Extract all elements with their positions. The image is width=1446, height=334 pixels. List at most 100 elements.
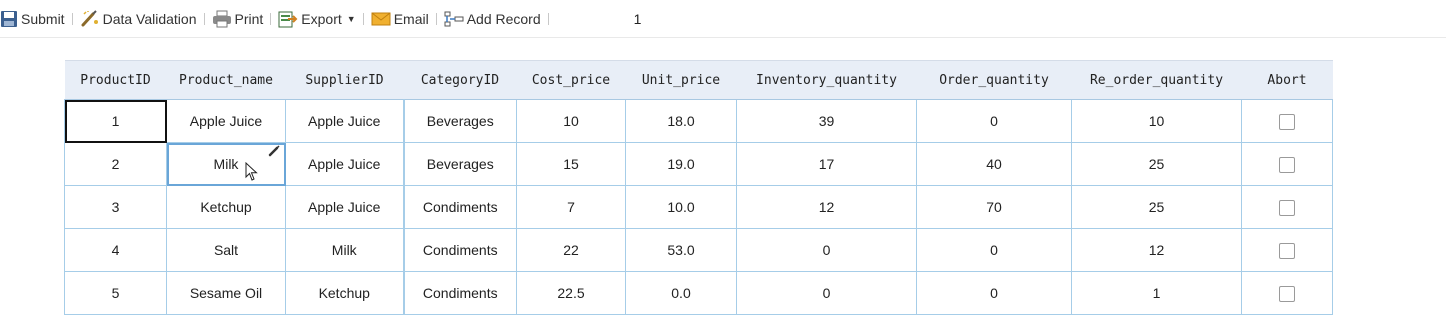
header-unit-price[interactable]: Unit_price <box>625 60 737 100</box>
cell-unit-price[interactable]: 53.0 <box>625 228 737 272</box>
cell-category-id[interactable]: Condiments <box>402 228 517 272</box>
cell-supplier-id[interactable]: Apple Juice <box>285 142 404 186</box>
cell-cost-price[interactable]: 15 <box>516 142 626 186</box>
chevron-down-icon: ▼ <box>346 13 356 24</box>
table-row: 3 Ketchup Apple Juice Condiments 7 10.0 … <box>64 185 1333 229</box>
header-inventory-quantity[interactable]: Inventory_quantity <box>736 60 917 100</box>
cell-value: Milk <box>213 156 239 172</box>
print-label: Print <box>234 10 264 27</box>
cell-supplier-id[interactable]: Ketchup <box>285 271 404 315</box>
cell-unit-price[interactable]: 10.0 <box>625 185 737 229</box>
header-supplier-id[interactable]: SupplierID <box>285 60 404 100</box>
data-validation-icon <box>81 9 98 26</box>
cell-product-id[interactable]: 4 <box>64 228 167 272</box>
cell-supplier-id[interactable]: Apple Juice <box>285 99 404 143</box>
add-record-icon <box>444 11 464 26</box>
cell-order-quantity[interactable]: 0 <box>916 228 1072 272</box>
cell-category-id[interactable]: Condiments <box>402 271 517 315</box>
cell-product-id[interactable]: 2 <box>64 142 167 186</box>
cell-reorder-quantity[interactable]: 25 <box>1071 142 1242 186</box>
product-table: ProductID Product_name SupplierID Catego… <box>64 60 1333 315</box>
header-order-quantity[interactable]: Order_quantity <box>916 60 1072 100</box>
save-icon <box>1 10 17 27</box>
abort-checkbox[interactable] <box>1279 199 1295 216</box>
cell-category-id[interactable]: Condiments <box>402 185 517 229</box>
cell-reorder-quantity[interactable]: 25 <box>1071 185 1242 229</box>
cell-cost-price[interactable]: 22 <box>516 228 626 272</box>
cell-inventory-quantity[interactable]: 39 <box>736 99 917 143</box>
email-icon <box>371 12 391 25</box>
data-validation-label: Data Validation <box>102 10 197 27</box>
cell-cost-price[interactable]: 22.5 <box>516 271 626 315</box>
abort-checkbox[interactable] <box>1279 156 1295 173</box>
cell-inventory-quantity[interactable]: 17 <box>736 142 917 186</box>
mouse-cursor-icon <box>245 162 258 181</box>
toolbar-divider <box>71 12 73 25</box>
cell-product-name[interactable]: Sesame Oil <box>166 271 286 315</box>
cell-abort <box>1241 228 1333 272</box>
cell-inventory-quantity[interactable]: 0 <box>736 228 917 272</box>
cell-product-name[interactable]: Apple Juice <box>166 99 286 143</box>
cell-unit-price[interactable]: 18.0 <box>625 99 737 143</box>
add-record-button[interactable]: Add Record <box>444 0 541 37</box>
header-product-name[interactable]: Product_name <box>166 60 286 100</box>
cell-unit-price[interactable]: 0.0 <box>625 271 737 315</box>
cell-abort <box>1241 99 1333 143</box>
cell-reorder-quantity[interactable]: 12 <box>1071 228 1242 272</box>
cell-reorder-quantity[interactable]: 1 <box>1071 271 1242 315</box>
cell-order-quantity[interactable]: 40 <box>916 142 1072 186</box>
cell-abort <box>1241 142 1333 186</box>
cell-cost-price[interactable]: 10 <box>516 99 626 143</box>
email-label: Email <box>393 10 429 27</box>
header-product-id[interactable]: ProductID <box>64 60 167 100</box>
header-cost-price[interactable]: Cost_price <box>516 60 626 100</box>
cell-supplier-id[interactable]: Apple Juice <box>285 185 404 229</box>
abort-checkbox[interactable] <box>1279 285 1295 302</box>
cell-inventory-quantity[interactable]: 0 <box>736 271 917 315</box>
cell-abort <box>1241 271 1333 315</box>
submit-label: Submit <box>21 10 65 27</box>
toolbar-divider <box>547 12 549 25</box>
cell-abort <box>1241 185 1333 229</box>
cell-reorder-quantity[interactable]: 10 <box>1071 99 1242 143</box>
cell-order-quantity[interactable]: 0 <box>916 271 1072 315</box>
cell-order-quantity[interactable]: 0 <box>916 99 1072 143</box>
cell-product-id[interactable]: 5 <box>64 271 167 315</box>
data-validation-button[interactable]: Data Validation <box>80 0 197 37</box>
cell-inventory-quantity[interactable]: 12 <box>736 185 917 229</box>
table-row: 4 Salt Milk Condiments 22 53.0 0 0 12 <box>64 228 1333 272</box>
abort-checkbox[interactable] <box>1279 242 1295 259</box>
cell-product-name[interactable]: Ketchup <box>166 185 286 229</box>
toolbar-divider <box>435 12 437 25</box>
cell-category-id[interactable]: Beverages <box>402 99 517 143</box>
export-dropdown[interactable]: Export ▼ <box>278 0 356 37</box>
cell-product-id[interactable]: 3 <box>64 185 167 229</box>
print-icon <box>212 10 231 27</box>
add-record-label: Add Record <box>466 10 541 27</box>
abort-checkbox[interactable] <box>1279 113 1295 130</box>
table-row: 5 Sesame Oil Ketchup Condiments 22.5 0.0… <box>64 271 1333 315</box>
cell-cost-price[interactable]: 7 <box>516 185 626 229</box>
header-row: ProductID Product_name SupplierID Catego… <box>64 60 1333 100</box>
table-row: 2 Milk Apple Juice Beverages 15 19.0 17 … <box>64 142 1333 186</box>
print-button[interactable]: Print <box>212 0 264 37</box>
email-button[interactable]: Email <box>371 0 429 37</box>
cell-order-quantity[interactable]: 70 <box>916 185 1072 229</box>
table-row: 1 Apple Juice Apple Juice Beverages 10 1… <box>64 99 1333 143</box>
header-category-id[interactable]: CategoryID <box>403 60 517 100</box>
cell-category-id[interactable]: Beverages <box>402 142 517 186</box>
toolbar: Submit Data Validation Print Export ▼ Em… <box>0 0 1446 38</box>
toolbar-divider <box>270 12 272 25</box>
cell-unit-price[interactable]: 19.0 <box>625 142 737 186</box>
toolbar-divider <box>362 12 364 25</box>
export-label: Export <box>301 10 342 27</box>
cell-product-id[interactable]: 1 <box>64 99 167 143</box>
export-icon <box>278 11 298 27</box>
submit-button[interactable]: Submit <box>0 0 65 37</box>
header-reorder-quantity[interactable]: Re_order_quantity <box>1071 60 1242 100</box>
cell-product-name-editing[interactable]: Milk <box>166 142 286 186</box>
header-abort[interactable]: Abort <box>1241 60 1333 100</box>
cell-supplier-id[interactable]: Milk <box>285 228 404 272</box>
cell-product-name[interactable]: Salt <box>166 228 286 272</box>
pencil-icon <box>268 145 280 157</box>
